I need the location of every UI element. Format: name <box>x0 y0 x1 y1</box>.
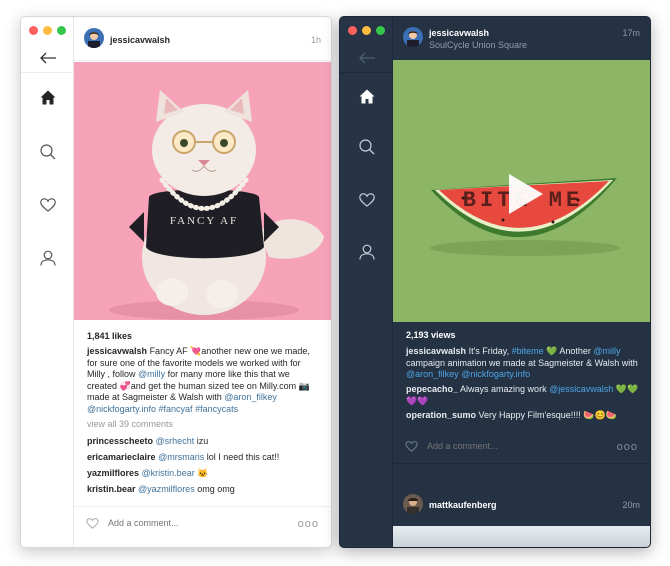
mention-link[interactable]: @nickfogarty.info <box>461 369 530 379</box>
post-caption: jessicavwalsh It's Friday, #biteme 💚 Ano… <box>406 346 638 379</box>
post-header: jessicavwalsh SoulCycle Union Square 17m <box>393 17 650 61</box>
post-caption: jessicavwalsh Fancy AF 💘another new one … <box>87 346 310 414</box>
caption-username[interactable]: jessicavwalsh <box>406 346 466 356</box>
avatar[interactable] <box>403 27 423 47</box>
home-icon <box>359 89 374 104</box>
likes-count[interactable]: 1,841 likes <box>87 331 132 341</box>
hashtag-link[interactable]: #fancycats <box>195 404 238 414</box>
nav-profile[interactable] <box>340 244 393 260</box>
post-time: 20m <box>622 500 640 510</box>
more-options-button[interactable]: ooo <box>617 441 638 453</box>
search-icon <box>358 139 374 155</box>
comment-item: ericamarieclaire @mrsmaris lol I need th… <box>87 452 280 462</box>
mention-link[interactable]: @aron_filkey <box>406 369 459 379</box>
comment-item: yazmilflores @kristin.bear 🐱 <box>87 468 209 478</box>
maximize-window-button[interactable] <box>376 26 385 35</box>
more-options-button[interactable]: ooo <box>298 518 319 530</box>
nav-search[interactable] <box>21 144 74 160</box>
minimize-window-button[interactable] <box>43 26 52 35</box>
hashtag-link[interactable]: #biteme <box>512 346 544 356</box>
comment-item: pepecacho_ Always amazing work @jessicav… <box>406 384 639 406</box>
post-video[interactable]: BITE ME <box>393 60 650 322</box>
comment-item: operation_sumo Very Happy Film'esque!!!!… <box>406 410 617 420</box>
like-heart-icon[interactable] <box>405 441 418 452</box>
maximize-window-button[interactable] <box>57 26 66 35</box>
post-panel: jessicavwalsh 1h FANCY AF 1,841 likes je… <box>74 17 331 547</box>
close-window-button[interactable] <box>29 26 38 35</box>
view-all-comments-link[interactable]: view all 39 comments <box>87 419 173 429</box>
sidebar <box>340 17 393 547</box>
mention-link[interactable]: @milly <box>138 369 165 379</box>
post-photo[interactable]: FANCY AF <box>74 62 331 320</box>
profile-icon <box>39 250 56 266</box>
post-username[interactable]: mattkaufenberg <box>429 500 497 510</box>
search-icon <box>39 144 55 160</box>
back-button[interactable] <box>21 43 74 73</box>
next-post-photo[interactable] <box>393 526 650 547</box>
window-controls <box>29 26 66 35</box>
next-post-header: mattkaufenberg 20m <box>393 489 650 519</box>
close-window-button[interactable] <box>348 26 357 35</box>
nav-home[interactable] <box>21 90 74 105</box>
back-arrow-icon <box>39 52 56 63</box>
hashtag-link[interactable]: #fancyaf <box>159 404 193 414</box>
nav-activity[interactable] <box>21 198 74 212</box>
play-icon[interactable] <box>507 172 545 216</box>
profile-icon <box>358 244 375 260</box>
add-comment-input[interactable] <box>427 441 577 451</box>
caption-username[interactable]: jessicavwalsh <box>87 346 147 356</box>
mention-link[interactable]: @aron_filkey <box>224 392 277 402</box>
views-count[interactable]: 2,193 views <box>406 330 456 340</box>
nav-profile[interactable] <box>21 250 74 266</box>
heart-icon <box>358 193 375 207</box>
home-icon <box>40 90 55 105</box>
post-location[interactable]: SoulCycle Union Square <box>429 40 527 50</box>
avatar[interactable] <box>403 494 423 514</box>
light-window: jessicavwalsh 1h FANCY AF 1,841 likes je… <box>20 16 332 548</box>
shirt-text: FANCY AF <box>170 215 238 227</box>
sidebar <box>21 17 74 547</box>
back-button[interactable] <box>340 43 393 73</box>
comment-item: princesscheeto @srhecht izu <box>87 436 209 446</box>
mention-link[interactable]: @nickfogarty.info <box>87 404 156 414</box>
avatar[interactable] <box>84 28 104 48</box>
post-time: 17m <box>622 28 640 38</box>
post-panel: jessicavwalsh SoulCycle Union Square 17m… <box>393 17 650 547</box>
minimize-window-button[interactable] <box>362 26 371 35</box>
nav-home[interactable] <box>340 89 393 104</box>
add-comment-row: ooo <box>74 506 331 540</box>
window-controls <box>348 26 385 35</box>
mention-link[interactable]: @milly <box>593 346 620 356</box>
cat-photo-image: FANCY AF <box>74 62 331 320</box>
add-comment-input[interactable] <box>108 518 258 528</box>
heart-icon <box>39 198 56 212</box>
comment-item: kristin.bear @yazmilflores omg omg <box>87 484 235 494</box>
post-time: 1h <box>310 35 321 45</box>
add-comment-row: ooo <box>393 430 650 464</box>
dark-window: jessicavwalsh SoulCycle Union Square 17m… <box>339 16 651 548</box>
post-username[interactable]: jessicavwalsh <box>110 35 170 45</box>
post-header: jessicavwalsh 1h <box>74 17 331 61</box>
like-heart-icon[interactable] <box>86 518 99 529</box>
nav-activity[interactable] <box>340 193 393 207</box>
post-username[interactable]: jessicavwalsh <box>429 28 489 38</box>
nav-search[interactable] <box>340 139 393 155</box>
back-arrow-icon <box>358 52 375 63</box>
